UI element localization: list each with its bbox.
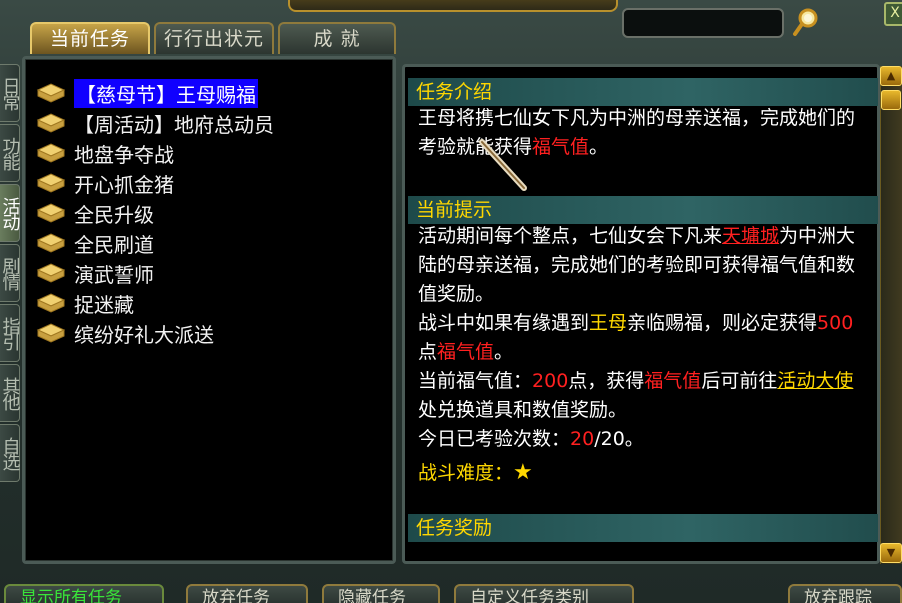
scroll-book-icon	[36, 293, 66, 313]
hint-4-text: 今日已考验次数：	[418, 428, 571, 450]
brush-cursor-icon	[479, 139, 527, 191]
hint-text: 活动期间每个整点，七仙女会下凡来天墉城为中洲大陆的母亲送福，完成她们的考验即可获…	[418, 222, 868, 488]
hint-1-text: 活动期间每个整点，七仙女会下凡来	[418, 225, 723, 247]
task-label: 地盘争夺战	[74, 142, 174, 167]
hint-2-end: 。	[494, 341, 514, 363]
scroll-book-icon	[36, 233, 66, 253]
task-item[interactable]: 全民升级	[36, 198, 274, 228]
custom-category-button[interactable]: 自定义任务类别	[454, 584, 634, 603]
hint-paragraph-4: 今日已考验次数：20/20。	[418, 425, 868, 454]
scroll-thumb[interactable]	[881, 90, 901, 110]
category-tabs: 日常 功能 活动 剧情 指引 其他 自选	[0, 64, 21, 484]
task-item[interactable]: 【周活动】地府总动员	[36, 108, 274, 138]
tab-current-tasks[interactable]: 当前任务	[30, 22, 150, 54]
search-input[interactable]	[622, 8, 784, 38]
hint-3-text-mid: 点，获得	[568, 370, 645, 392]
fortune-label: 福气值	[644, 370, 702, 392]
scroll-book-icon	[36, 263, 66, 283]
side-tab-function[interactable]: 功能	[0, 124, 21, 182]
title-ornament	[288, 0, 618, 12]
abandon-task-button[interactable]: 放弃任务	[186, 584, 308, 603]
hint-paragraph-3: 当前福气值：200点，获得福气值后可前往活动大使处兑换道具和数值奖励。	[418, 367, 868, 425]
scroll-book-icon	[36, 203, 66, 223]
hint-2-unit: 点	[418, 341, 438, 363]
trial-count: 20	[570, 428, 595, 450]
task-item[interactable]: 缤纷好礼大派送	[36, 318, 274, 348]
tab-achievements[interactable]: 成 就	[278, 22, 396, 54]
intro-header: 任务介绍	[408, 78, 878, 106]
hint-3-end: 处兑换道具和数值奖励。	[418, 399, 628, 421]
search-icon[interactable]	[792, 6, 820, 38]
activity-envoy-link[interactable]: 活动大使	[777, 370, 853, 392]
hint-3-text: 当前福气值：	[418, 370, 533, 392]
side-tab-other[interactable]: 其他	[0, 364, 21, 422]
task-label: 演武誓师	[74, 262, 154, 287]
side-tab-story[interactable]: 剧情	[0, 244, 21, 302]
task-item[interactable]: 演武誓师	[36, 258, 274, 288]
intro-end: 。	[589, 136, 609, 158]
task-label: 全民刷道	[74, 232, 154, 257]
tiantang-city-link[interactable]: 天墉城	[722, 225, 779, 247]
fortune-label: 福气值	[437, 341, 495, 363]
hint-2-text-mid: 亲临赐福，则必定获得	[627, 312, 818, 334]
scroll-book-icon	[36, 323, 66, 343]
scroll-down-button[interactable]: ▼	[880, 543, 902, 563]
task-label: 开心抓金猪	[74, 172, 174, 197]
task-item[interactable]: 【慈母节】王母赐福	[36, 78, 274, 108]
trial-total: /20。	[594, 428, 644, 450]
fortune-amount: 500	[817, 312, 854, 334]
detail-scrollbar[interactable]	[880, 66, 902, 564]
hint-2-text: 战斗中如果有缘遇到	[418, 312, 590, 334]
show-all-tasks-button[interactable]: 显示所有任务	[4, 584, 164, 603]
abandon-tracking-button[interactable]: 放弃跟踪	[788, 584, 902, 603]
task-item[interactable]: 全民刷道	[36, 228, 274, 258]
star-icon: ★	[513, 460, 533, 485]
side-tab-daily[interactable]: 日常	[0, 64, 21, 122]
side-tab-activity[interactable]: 活动	[0, 184, 21, 242]
hint-3-text-mid2: 后可前往	[701, 370, 778, 392]
hide-task-button[interactable]: 隐藏任务	[322, 584, 440, 603]
intro-highlight: 福气值	[532, 136, 590, 158]
difficulty-label: 战斗难度：	[418, 462, 514, 484]
task-label: 全民升级	[74, 202, 154, 227]
side-tab-custom[interactable]: 自选	[0, 424, 21, 482]
hint-paragraph-1: 活动期间每个整点，七仙女会下凡来天墉城为中洲大陆的母亲送福，完成她们的考验即可获…	[418, 222, 868, 309]
reward-header: 任务奖励	[408, 514, 878, 542]
task-label: 【慈母节】王母赐福	[74, 78, 258, 108]
task-item[interactable]: 捉迷藏	[36, 288, 274, 318]
task-label: 捉迷藏	[74, 292, 134, 317]
task-item[interactable]: 开心抓金猪	[36, 168, 274, 198]
tab-career[interactable]: 行行出状元	[154, 22, 274, 54]
close-button[interactable]: X	[884, 2, 902, 26]
side-tab-guide[interactable]: 指引	[0, 304, 21, 362]
task-item[interactable]: 地盘争夺战	[36, 138, 274, 168]
current-fortune-value: 200	[532, 370, 569, 392]
scroll-book-icon	[36, 113, 66, 133]
difficulty-row: 战斗难度：★	[418, 458, 868, 488]
task-list: 【慈母节】王母赐福 【周活动】地府总动员 地盘争夺战 开心抓金猪 全民升级 全民…	[36, 78, 274, 348]
scroll-book-icon	[36, 173, 66, 193]
scroll-up-button[interactable]: ▲	[880, 66, 902, 86]
hint-header: 当前提示	[408, 196, 878, 224]
task-label: 【周活动】地府总动员	[74, 112, 274, 137]
scroll-book-icon	[36, 83, 66, 103]
wangmu-name: 王母	[589, 312, 628, 334]
hint-paragraph-2: 战斗中如果有缘遇到王母亲临赐福，则必定获得500 点福气值。	[418, 309, 868, 367]
tab-bar: 当前任务 行行出状元 成 就	[30, 22, 396, 54]
task-label: 缤纷好礼大派送	[74, 322, 214, 347]
scroll-book-icon	[36, 143, 66, 163]
